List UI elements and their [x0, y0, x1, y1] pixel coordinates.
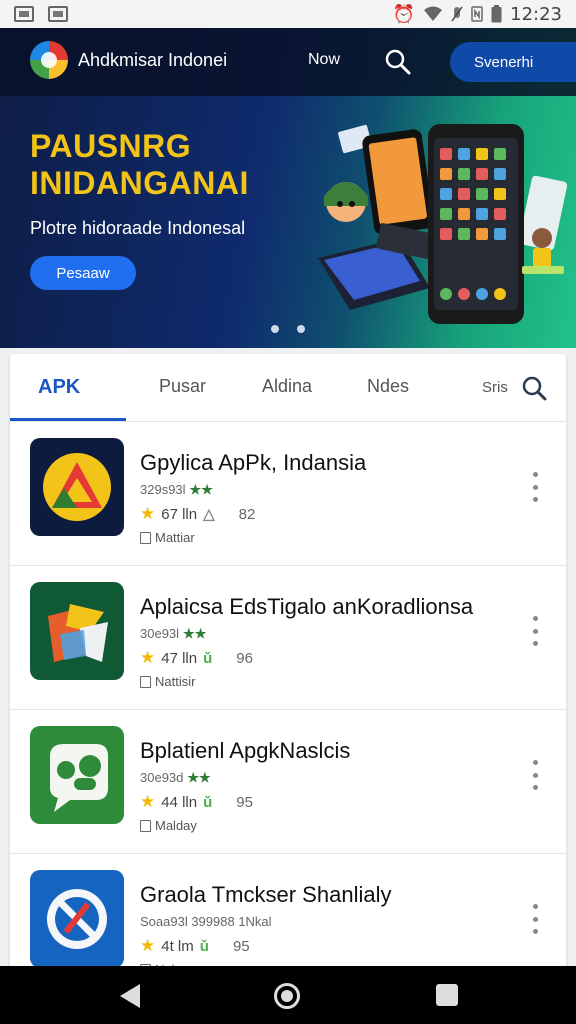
more-options-icon[interactable] — [530, 760, 540, 790]
app-tag-text: Mattiar — [155, 530, 195, 545]
app-tag: Mattiar — [140, 530, 195, 545]
app-list-item[interactable]: Aplaicsa EdsTigalo anKoradlionsa 30e93l ★… — [10, 566, 566, 710]
tag-icon — [140, 819, 151, 832]
app-meta: 30e93l ★★ — [140, 626, 206, 642]
carousel-dot[interactable] — [297, 325, 305, 333]
tab-apk[interactable]: APK — [38, 376, 80, 399]
download-icon: △ — [203, 506, 215, 523]
hero-banner: Ahdkmisar Indonei Now Svenerhi PAUSNRG I… — [0, 28, 576, 348]
nfc-icon — [471, 6, 483, 22]
carousel-dot[interactable] — [271, 325, 279, 333]
download-icon: ǔ — [203, 649, 213, 667]
app-meta-text: 30e93l — [140, 626, 180, 641]
download-icon: ǔ — [199, 937, 209, 955]
app-meta-rating: ★★ — [183, 626, 207, 641]
app-size: 95 — [236, 793, 253, 811]
app-name: Graola Tmckser Shanlialy — [140, 882, 392, 907]
more-options-icon[interactable] — [530, 616, 540, 646]
app-rating-text: 47 lln — [161, 649, 198, 667]
app-meta-text: 30e93d — [140, 770, 184, 785]
app-meta-rating: ★★ — [187, 770, 211, 785]
banner-subtitle: Plotre hidoraade Indonesal — [30, 218, 246, 238]
app-rating-text: 4t lm — [161, 937, 194, 955]
app-list-card: APK Pusar Aldina Ndes Sris Gpylica ApPk,… — [10, 354, 566, 974]
app-title: Ahdkmisar Indonei — [78, 50, 228, 70]
tab-bar: APK Pusar Aldina Ndes Sris — [10, 354, 566, 422]
image-notification-icon — [14, 6, 34, 22]
battery-icon — [491, 5, 502, 23]
tag-icon — [140, 531, 151, 544]
banner-button-label: Pesaaw — [56, 264, 110, 282]
tab-sris[interactable]: Sris — [482, 379, 508, 396]
app-name: Bplatienl ApgkNaslcis — [140, 738, 351, 763]
alarm-icon: ⏰ — [392, 3, 416, 24]
tab-aldina[interactable]: Aldina — [262, 376, 312, 397]
tab-ndes[interactable]: Ndes — [367, 376, 409, 397]
app-list-item[interactable]: Gpylica ApPk, Indansia 329s93l ★★ ★ 67 ll… — [10, 422, 566, 566]
chat-app-icon — [30, 726, 124, 824]
app-name: Aplaicsa EdsTigalo anKoradlionsa — [140, 594, 474, 619]
app-rating: ★ 67 lln △ 82 — [140, 504, 255, 524]
wifi-icon — [424, 6, 443, 21]
app-meta: 329s93l ★★ — [140, 482, 213, 498]
app-meta: 30e93d ★★ — [140, 770, 211, 786]
system-nav-bar — [0, 966, 576, 1024]
app-size: 82 — [238, 505, 256, 523]
app-size: 96 — [236, 649, 253, 667]
image-notification-icon — [48, 6, 68, 22]
star-icon: ★ — [140, 504, 156, 523]
app-tag-text: Nattisir — [155, 674, 196, 689]
tab-pusar[interactable]: Pusar — [159, 376, 206, 397]
app-meta: Soaa93l 399988 1Nkal — [140, 914, 276, 929]
folder-app-icon — [30, 582, 124, 680]
app-tag: Malday — [140, 818, 197, 833]
app-meta-text: 329s93l — [140, 482, 186, 497]
back-icon[interactable] — [120, 984, 140, 1008]
app-list-item[interactable]: Bplatienl ApgkNaslcis 30e93d ★★ ★ 44 lln … — [10, 710, 566, 854]
star-icon: ★ — [140, 792, 156, 811]
app-rating-text: 44 lln — [161, 793, 198, 811]
banner-title-line2: INIDANGANAI — [30, 165, 249, 201]
app-bar: Ahdkmisar Indonei Now Svenerhi — [0, 28, 576, 96]
tag-icon — [140, 675, 151, 688]
more-options-icon[interactable] — [530, 904, 540, 934]
app-tag-text: Malday — [155, 818, 197, 833]
banner-button[interactable]: Pesaaw — [30, 256, 136, 290]
active-tab-indicator — [10, 418, 126, 421]
clock: 12:23 — [510, 3, 562, 25]
app-tag: Nattisir — [140, 674, 195, 689]
triangle-app-icon — [30, 438, 124, 536]
banner-title: PAUSNRG INIDANGANAI — [30, 128, 249, 202]
star-icon: ★ — [140, 648, 156, 667]
app-meta-text: Soaa93l 399988 1Nkal — [140, 914, 272, 929]
more-options-icon[interactable] — [530, 472, 540, 502]
app-list-item[interactable]: Graola Tmckser Shanlialy Soaa93l 399988 … — [10, 854, 566, 974]
now-link[interactable]: Now — [308, 51, 340, 69]
home-icon[interactable] — [274, 983, 300, 1009]
search-icon[interactable] — [384, 48, 412, 76]
recent-apps-icon[interactable] — [436, 984, 458, 1006]
app-meta-rating: ★★ — [189, 482, 213, 497]
app-name: Gpylica ApPk, Indansia — [140, 450, 367, 475]
search-icon[interactable] — [520, 374, 548, 402]
shield-app-icon — [30, 870, 124, 968]
app-logo[interactable] — [30, 41, 68, 79]
phones-illustration — [318, 124, 568, 324]
mute-icon — [451, 6, 463, 22]
banner-title-line1: PAUSNRG — [30, 128, 192, 164]
app-rating: ★ 44 lln ǔ 95 — [140, 792, 253, 812]
download-icon: ǔ — [203, 793, 213, 811]
header-cta-button[interactable]: Svenerhi — [450, 42, 576, 82]
app-rating: ★ 47 lln ǔ 96 — [140, 648, 253, 668]
star-icon: ★ — [140, 936, 156, 955]
app-size: 95 — [232, 937, 250, 955]
app-rating: ★ 4t lm ǔ 95 — [140, 936, 250, 956]
app-rating-text: 67 lln — [161, 505, 198, 523]
status-bar: ⏰ 12:23 — [0, 0, 576, 28]
header-cta-label: Svenerhi — [474, 53, 534, 71]
